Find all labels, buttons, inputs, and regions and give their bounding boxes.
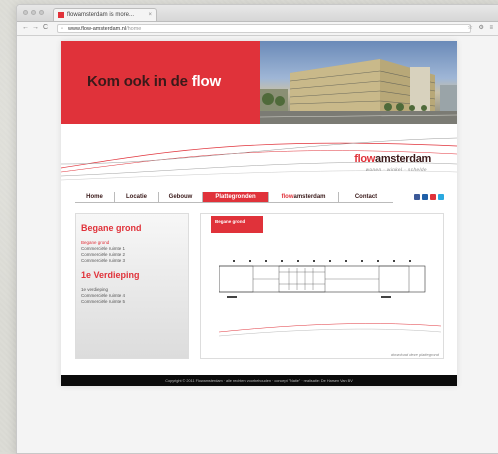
nav-plattegronden[interactable]: Plattegronden: [203, 192, 269, 202]
minimize-window-button[interactable]: [31, 10, 36, 15]
floorplan-tab-label: Begane grond: [211, 216, 263, 233]
nav-home[interactable]: Home: [75, 192, 115, 202]
tab-bar: flowamsterdam is more... ×: [17, 5, 498, 22]
reload-icon[interactable]: C: [43, 24, 48, 31]
sidebar-item-commercial-3[interactable]: Commerciële ruimte 3: [81, 258, 183, 264]
facebook-icon[interactable]: [414, 194, 420, 200]
page-icon: ▫: [61, 26, 63, 32]
forward-icon[interactable]: →: [32, 24, 39, 31]
hero-title: Kom ook in de flow: [87, 73, 221, 90]
google-icon[interactable]: [430, 194, 436, 200]
browser-tab[interactable]: flowamsterdam is more... ×: [53, 8, 157, 21]
url-domain: www.flow-amsterdam.nl: [68, 26, 127, 32]
tab-close-icon[interactable]: ×: [148, 12, 152, 18]
floorplan-panel: Begane grond download deze plattegrond: [200, 213, 444, 359]
nav-gebouw[interactable]: Gebouw: [159, 192, 203, 202]
url-bar[interactable]: ▫ www.flow-amsterdam.nl/home: [57, 24, 471, 33]
floorplan-sidebar: Begane grond Begane grond Commerciële ru…: [75, 213, 189, 359]
close-window-button[interactable]: [23, 10, 28, 15]
floorplan-drawing[interactable]: [219, 256, 441, 342]
nav-flowamsterdam[interactable]: flow amsterdam: [269, 192, 339, 202]
logo-tagline: wonen · winkel · schelde: [365, 167, 427, 172]
main-navigation: Home Locatie Gebouw Plattegronden flow am…: [75, 192, 393, 203]
nav-contact[interactable]: Contact: [339, 192, 393, 202]
social-links: [414, 194, 444, 200]
section-title-1e-verdieping: 1e Verdieping: [81, 270, 140, 280]
flowamsterdam-logo[interactable]: flowamsterdam: [354, 153, 431, 165]
url-path: /home: [126, 26, 142, 32]
favicon-icon: [58, 12, 64, 18]
linkedin-icon[interactable]: [422, 194, 428, 200]
page-footer: Copyright © 2011 Flowamsterdam · alle re…: [61, 375, 457, 386]
maximize-window-button[interactable]: [39, 10, 44, 15]
web-page: Kom ook in de flow flowamsterdam wonen ·…: [61, 41, 457, 386]
tab-title: flowamsterdam is more...: [67, 12, 135, 18]
nav-locatie[interactable]: Locatie: [115, 192, 159, 202]
sidebar-item-commercial-5[interactable]: Commerciële ruimte 5: [81, 299, 183, 305]
hero-building-photo: [260, 41, 457, 124]
window-controls: [23, 10, 44, 15]
back-icon[interactable]: ←: [22, 24, 29, 31]
browser-tools[interactable]: ☆ ⚙ ≡: [467, 24, 495, 31]
download-caption-link[interactable]: download deze plattegrond: [391, 352, 439, 357]
section-title-begane-grond: Begane grond: [81, 223, 142, 233]
address-toolbar: ← → C ▫ www.flow-amsterdam.nl/home ☆ ⚙ ≡: [17, 22, 498, 36]
twitter-icon[interactable]: [438, 194, 444, 200]
browser-window: flowamsterdam is more... × ← → C ▫ www.f…: [16, 4, 498, 454]
